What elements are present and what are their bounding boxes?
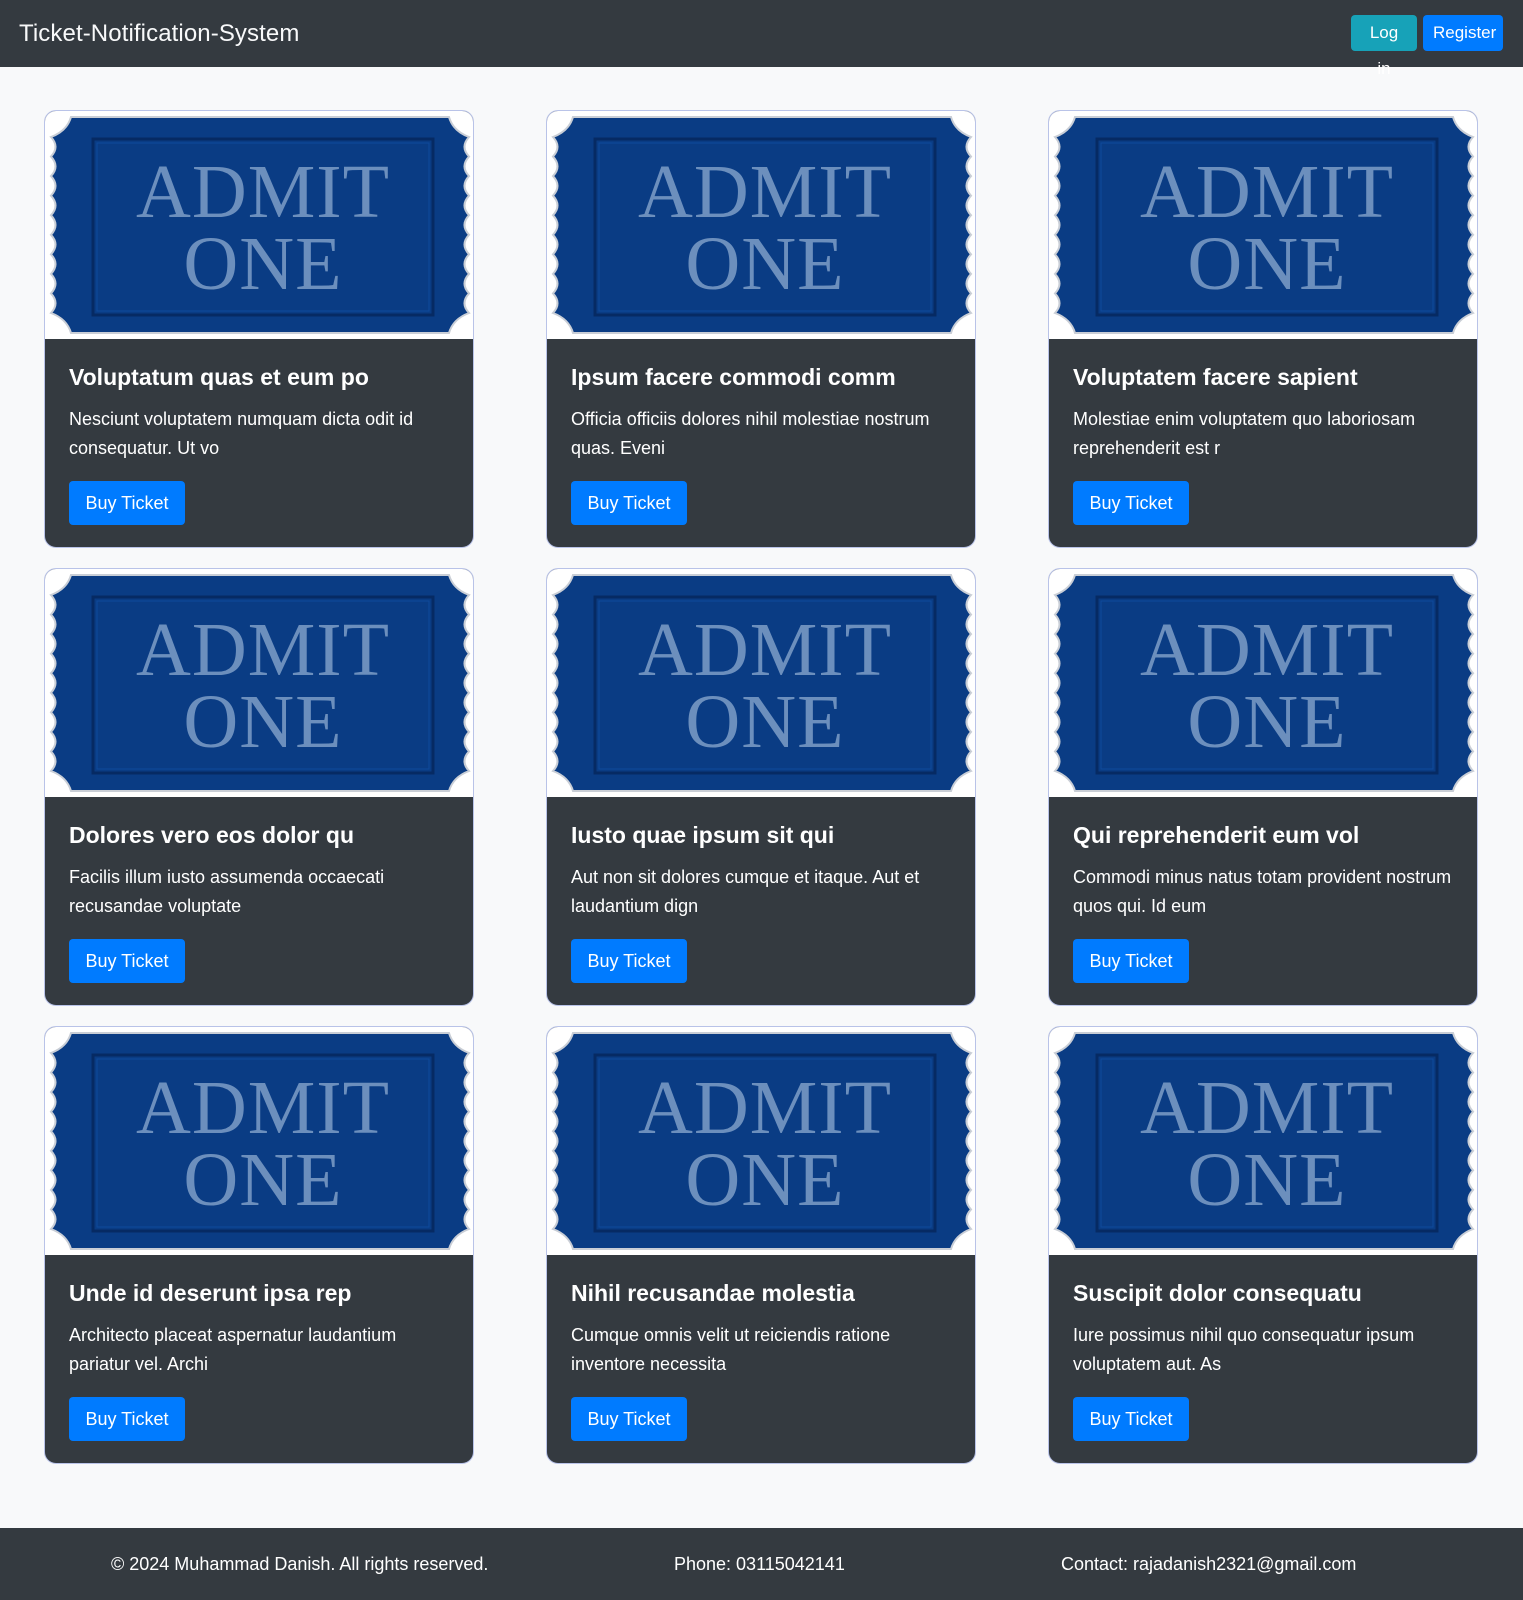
card-description: Molestiae enim voluptatem quo laboriosam… [1073,409,1416,458]
admit-one-ticket-image: ADMIT ONE [1049,569,1477,797]
card-title: Unde id deserunt ipsa rep [69,1280,352,1306]
ticket-card: ADMIT ONE Suscipit dolor consequatu Iure … [1048,1026,1478,1464]
admit-one-ticket-image: ADMIT ONE [45,1027,473,1255]
footer-copyright: © 2024 Muhammad Danish. All rights reser… [111,1554,489,1574]
card-body: Ipsum facere commodi comm Officia officii… [547,339,975,525]
admit-one-ticket-image: ADMIT ONE [547,1027,975,1255]
card-body: Suscipit dolor consequatu Iure possimus n… [1049,1255,1477,1441]
ticket-text-line2: ONE [685,222,844,306]
card-title: Qui reprehenderit eum vol [1073,822,1360,848]
ticket-card: ADMIT ONE Unde id deserunt ipsa rep Archi… [44,1026,474,1464]
ticket-text-line2: ONE [183,222,342,306]
login-button[interactable]: Log in [1351,15,1417,78]
card-description: Nesciunt voluptatem numquam dicta odit i… [69,409,414,458]
card-body: Iusto quae ipsum sit qui Aut non sit dolo… [547,797,975,983]
admit-one-ticket-image: ADMIT ONE [45,569,473,797]
ticket-card: ADMIT ONE Qui reprehenderit eum vol Commo… [1048,568,1478,1006]
ticket-text-line2: ONE [183,680,342,764]
ticket-text-line2: ONE [1187,222,1346,306]
buy-ticket-button[interactable]: Buy Ticket [1073,939,1189,983]
footer-phone: Phone: 03115042141 [674,1554,845,1574]
ticket-text-line2: ONE [685,680,844,764]
register-button[interactable]: Register [1423,15,1503,51]
buy-ticket-button[interactable]: Buy Ticket [1073,1397,1189,1441]
card-body: Voluptatum quas et eum po Nesciunt volupt… [45,339,473,525]
card-description: Facilis illum iusto assumenda occaecati … [69,867,385,916]
buy-ticket-button[interactable]: Buy Ticket [1073,481,1189,525]
card-title: Voluptatum quas et eum po [69,364,369,390]
card-body: Qui reprehenderit eum vol Commodi minus n… [1049,797,1477,983]
admit-one-ticket-image: ADMIT ONE [547,569,975,797]
card-body: Nihil recusandae molestia Cumque omnis ve… [547,1255,975,1441]
ticket-card: ADMIT ONE Voluptatem facere sapient Moles… [1048,110,1478,548]
footer: © 2024 Muhammad Danish. All rights reser… [0,1528,1523,1600]
buy-ticket-button[interactable]: Buy Ticket [69,939,185,983]
card-body: Unde id deserunt ipsa rep Architecto plac… [45,1255,473,1441]
ticket-text-line2: ONE [1187,1138,1346,1222]
ticket-card: ADMIT ONE Nihil recusandae molestia Cumqu… [546,1026,976,1464]
admit-one-ticket-image: ADMIT ONE [1049,111,1477,339]
card-description: Commodi minus natus totam provident nost… [1073,867,1452,916]
buy-ticket-button[interactable]: Buy Ticket [69,481,185,525]
buy-ticket-button[interactable]: Buy Ticket [571,939,687,983]
card-title: Suscipit dolor consequatu [1073,1280,1362,1306]
card-description: Architecto placeat aspernatur laudantium… [69,1325,397,1374]
admit-one-ticket-image: ADMIT ONE [547,111,975,339]
ticket-text-line2: ONE [1187,680,1346,764]
card-title: Voluptatem facere sapient [1073,364,1358,390]
card-title: Iusto quae ipsum sit qui [571,822,835,848]
card-title: Nihil recusandae molestia [571,1280,855,1306]
card-description: Officia officiis dolores nihil molestiae… [571,409,930,458]
footer-contact: Contact: rajadanish2321@gmail.com [1061,1554,1357,1574]
ticket-card: ADMIT ONE Voluptatum quas et eum po Nesci… [44,110,474,548]
buy-ticket-button[interactable]: Buy Ticket [69,1397,185,1441]
buy-ticket-button[interactable]: Buy Ticket [571,481,687,525]
buy-ticket-button[interactable]: Buy Ticket [571,1397,687,1441]
navbar: Ticket-Notification-System Log in Regist… [0,0,1523,78]
nav-actions: Log in Register [1351,15,1503,78]
ticket-text-line2: ONE [183,1138,342,1222]
card-description: Iure possimus nihil quo consequatur ipsu… [1073,1325,1415,1374]
card-title: Ipsum facere commodi comm [571,364,896,390]
ticket-text-line2: ONE [685,1138,844,1222]
admit-one-ticket-image: ADMIT ONE [1049,1027,1477,1255]
card-body: Dolores vero eos dolor qu Facilis illum i… [45,797,473,983]
admit-one-ticket-image: ADMIT ONE [45,111,473,339]
card-body: Voluptatem facere sapient Molestiae enim … [1049,339,1477,525]
ticket-card: ADMIT ONE Ipsum facere commodi comm Offic… [546,110,976,548]
brand-title[interactable]: Ticket-Notification-System [19,19,299,49]
card-description: Cumque omnis velit ut reiciendis ratione… [571,1325,891,1374]
card-title: Dolores vero eos dolor qu [69,822,354,848]
ticket-card: ADMIT ONE Dolores vero eos dolor qu Facil… [44,568,474,1006]
ticket-card: ADMIT ONE Iusto quae ipsum sit qui Aut no… [546,568,976,1006]
ticket-grid: ADMIT ONE Voluptatum quas et eum po Nesci… [44,110,1478,1464]
card-description: Aut non sit dolores cumque et itaque. Au… [571,867,920,916]
